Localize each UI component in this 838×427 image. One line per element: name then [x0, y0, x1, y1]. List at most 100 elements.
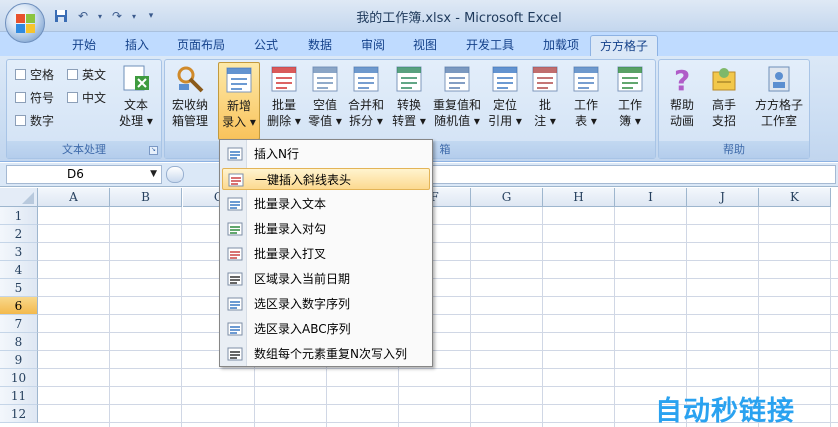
menu-item-6[interactable]: 选区录入数字序列 — [222, 293, 430, 315]
office-button[interactable] — [5, 3, 45, 43]
expert-tips-button[interactable]: 高手 支招 — [703, 64, 745, 129]
row-header-4[interactable]: 4 — [0, 261, 38, 279]
check-chinese[interactable]: 中文 — [67, 89, 106, 106]
comment-icon — [530, 64, 560, 94]
grid-row-line — [38, 296, 838, 297]
check-space[interactable]: 空格 — [15, 66, 54, 83]
row-header-1[interactable]: 1 — [0, 207, 38, 225]
select-all-corner[interactable] — [0, 188, 38, 207]
tab-1[interactable]: 插入 — [117, 35, 157, 56]
check-english[interactable]: 英文 — [67, 66, 106, 83]
menu-item-label: 数组每个元素重复N次写入列 — [254, 347, 407, 361]
grid-row-line — [38, 386, 838, 387]
batch-delete-button[interactable]: 批量 删除 ▾ — [263, 64, 305, 129]
convert-transpose-icon — [394, 64, 424, 94]
workbook-label: 工作 簿 ▾ — [617, 98, 642, 128]
tab-4[interactable]: 数据 — [300, 35, 340, 56]
studio-button[interactable]: 方方格子 工作室 — [751, 64, 807, 129]
name-box[interactable]: D6 ▼ — [6, 165, 162, 184]
null-zero-label: 空值 零值 ▾ — [308, 98, 342, 128]
dup-random-button[interactable]: 重复值和 随机值 ▾ — [431, 64, 483, 129]
menu-item-label: 插入N行 — [254, 147, 299, 161]
group-label-help: 帮助 — [659, 141, 809, 158]
column-header-H[interactable]: H — [543, 188, 615, 207]
check-number[interactable]: 数字 — [15, 112, 54, 129]
macro-tools-icon — [175, 64, 205, 94]
row-header-8[interactable]: 8 — [0, 333, 38, 351]
worksheet-button[interactable]: 工作 表 ▾ — [566, 64, 606, 129]
tab-6[interactable]: 视图 — [405, 35, 445, 56]
locate-ref-label: 定位 引用 ▾ — [488, 98, 522, 128]
column-header-J[interactable]: J — [687, 188, 759, 207]
formula-expand-icon[interactable] — [166, 166, 184, 183]
menu-item-2[interactable]: 批量录入文本 — [222, 193, 430, 215]
menu-item-icon — [227, 271, 243, 287]
menu-item-7[interactable]: 选区录入ABC序列 — [222, 318, 430, 340]
row-header-10[interactable]: 10 — [0, 369, 38, 387]
grid-row-line — [38, 314, 838, 315]
text-process-button[interactable]: 文本 处理 ▾ — [114, 64, 158, 129]
dialog-launcher-icon[interactable]: ↘ — [149, 146, 158, 155]
row-header-11[interactable]: 11 — [0, 387, 38, 405]
question-icon: ? — [667, 64, 697, 97]
column-header-G[interactable]: G — [471, 188, 543, 207]
tab-7[interactable]: 开发工具 — [457, 35, 523, 56]
help-animation-label: 帮助 动画 — [669, 98, 694, 128]
group-help: ? 帮助 动画 高手 支招 方方格子 工作室 帮助 — [658, 59, 810, 159]
menu-item-icon — [227, 296, 243, 312]
column-header-I[interactable]: I — [615, 188, 687, 207]
comment-button[interactable]: 批 注 ▾ — [527, 64, 563, 129]
grid-row-line — [38, 260, 838, 261]
title-bar: ↶ ▾ ↷ ▾ ▾ 我的工作簿.xlsx - Microsoft Excel — [0, 0, 838, 43]
check-symbol[interactable]: 符号 — [15, 89, 54, 106]
column-header-A[interactable]: A — [38, 188, 110, 207]
help-animation-button[interactable]: ? 帮助 动画 — [661, 64, 703, 129]
menu-item-label: 批量录入打叉 — [254, 247, 327, 261]
tab-0[interactable]: 开始 — [64, 35, 104, 56]
new-entry-label: 新增 录入 ▾ — [222, 99, 256, 129]
convert-transpose-button[interactable]: 转换 转置 ▾ — [388, 64, 430, 129]
macro-box-button[interactable]: 宏收纳 箱管理 — [167, 64, 213, 129]
row-header-7[interactable]: 7 — [0, 315, 38, 333]
row-header-6[interactable]: 6 — [0, 297, 38, 315]
studio-label: 方方格子 工作室 — [754, 98, 803, 128]
grid-column-line — [470, 207, 471, 427]
merge-split-label: 合并和 拆分 ▾ — [347, 98, 384, 128]
row-header-2[interactable]: 2 — [0, 225, 38, 243]
row-header-3[interactable]: 3 — [0, 243, 38, 261]
tab-3[interactable]: 公式 — [246, 35, 286, 56]
menu-item-5[interactable]: 区域录入当前日期 — [222, 268, 430, 290]
new-entry-button[interactable]: 新增 录入 ▾ — [218, 62, 260, 140]
tab-5[interactable]: 审阅 — [353, 35, 393, 56]
menu-item-1[interactable]: 一键插入斜线表头 — [222, 168, 430, 190]
macro-box-label: 宏收纳 箱管理 — [171, 98, 208, 128]
grid-row-line — [38, 278, 838, 279]
grid-row-line — [38, 332, 838, 333]
name-box-dropdown-icon[interactable]: ▼ — [150, 166, 157, 183]
formula-input[interactable] — [430, 165, 836, 184]
group-label-text-processing: 文本处理 — [7, 141, 161, 158]
convert-transpose-label: 转换 转置 ▾ — [392, 98, 426, 128]
locate-ref-button[interactable]: 定位 引用 ▾ — [485, 64, 525, 129]
row-header-5[interactable]: 5 — [0, 279, 38, 297]
row-header-12[interactable]: 12 — [0, 405, 38, 423]
menu-item-3[interactable]: 批量录入对勾 — [222, 218, 430, 240]
workbook-button[interactable]: 工作 簿 ▾ — [608, 64, 652, 129]
menu-item-8[interactable]: 数组每个元素重复N次写入列 — [222, 343, 430, 365]
menu-item-icon — [227, 246, 243, 262]
studio-icon — [764, 64, 794, 94]
batch-delete-icon — [269, 64, 299, 94]
menu-item-icon — [227, 196, 243, 212]
row-header-9[interactable]: 9 — [0, 351, 38, 369]
merge-split-button[interactable]: 合并和 拆分 ▾ — [345, 64, 387, 129]
column-header-K[interactable]: K — [759, 188, 831, 207]
tab-9[interactable]: 方方格子 — [590, 35, 658, 56]
tab-2[interactable]: 页面布局 — [168, 35, 234, 56]
tab-8[interactable]: 加载项 — [535, 35, 587, 56]
menu-item-0[interactable]: 插入N行 — [222, 143, 430, 165]
menu-item-4[interactable]: 批量录入打叉 — [222, 243, 430, 265]
grid-column-line — [181, 207, 182, 427]
null-zero-button[interactable]: 空值 零值 ▾ — [305, 64, 345, 129]
column-header-B[interactable]: B — [110, 188, 182, 207]
grid-column-line — [830, 207, 831, 427]
